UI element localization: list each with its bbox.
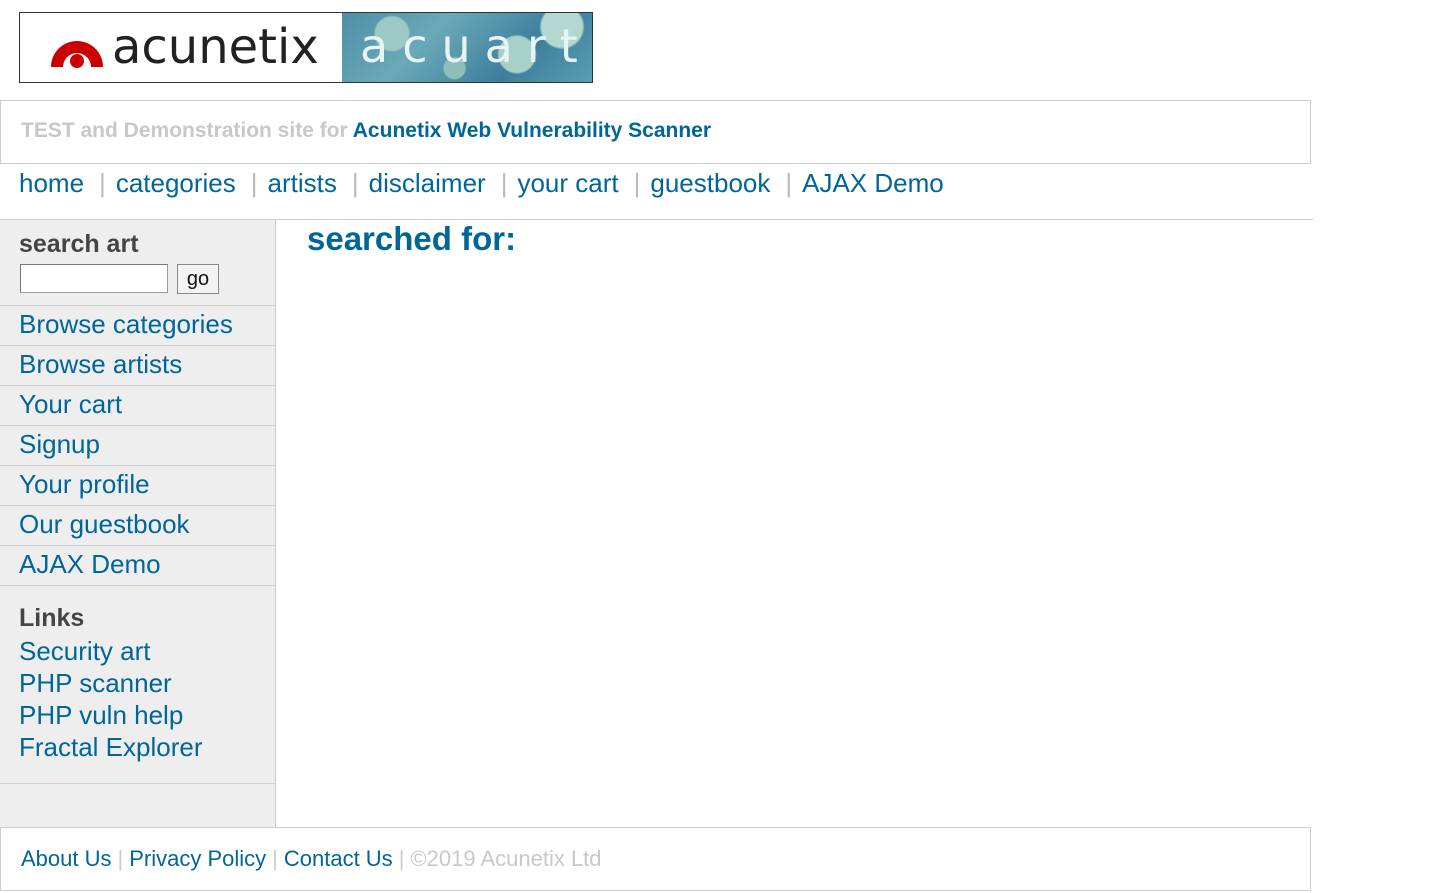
nav-home[interactable]: home [19, 168, 84, 204]
acunetix-logo: acunetix [20, 13, 342, 82]
page-title: searched for: [307, 220, 517, 257]
search-heading: search art [19, 230, 139, 258]
tagline-prefix: TEST and Demonstration site for [21, 119, 348, 142]
nav-artists[interactable]: artists [268, 168, 337, 204]
top-navigation: home | categories | artists | disclaimer… [19, 168, 944, 204]
acuart-banner: acuart [342, 13, 592, 82]
nav-separator: | [633, 168, 641, 198]
sidebar-item-our-guestbook[interactable]: Our guestbook [0, 505, 275, 545]
footer-about-link[interactable]: About Us [21, 846, 112, 871]
sidebar-divider [0, 783, 275, 784]
footer-copyright: ©2019 Acunetix Ltd [410, 846, 602, 871]
nav-ajax-demo[interactable]: AJAX Demo [802, 168, 944, 204]
sidebar-menu: Browse categories Browse artists Your ca… [0, 305, 275, 586]
nav-disclaimer[interactable]: disclaimer [369, 168, 486, 204]
footer-separator: | [398, 846, 405, 871]
sidebar-item-your-profile[interactable]: Your profile [0, 465, 275, 505]
acunetix-mark-icon [51, 41, 103, 68]
sidebar: search art go Browse categories Browse a… [0, 220, 276, 827]
nav-your-cart[interactable]: your cart [517, 168, 618, 204]
sidebar-item-signup[interactable]: Signup [0, 425, 275, 465]
nav-guestbook[interactable]: guestbook [650, 168, 770, 204]
footer: About Us | Privacy Policy | Contact Us | ©2019… [0, 827, 1311, 891]
links-section: Links Security art PHP scanner PHP vuln … [19, 604, 203, 763]
nav-separator: | [785, 168, 793, 198]
links-heading: Links [19, 604, 85, 632]
site-tagline: TEST and Demonstration site for Acunetix… [0, 100, 1311, 164]
sidebar-item-browse-artists[interactable]: Browse artists [0, 345, 275, 385]
footer-separator: | [117, 846, 124, 871]
sidebar-item-browse-categories[interactable]: Browse categories [0, 305, 275, 345]
site-logo[interactable]: acunetix acuart [19, 12, 593, 83]
footer-contact-link[interactable]: Contact Us [284, 846, 393, 871]
sidebar-item-ajax-demo[interactable]: AJAX Demo [0, 545, 275, 586]
go-button[interactable]: go [177, 264, 219, 294]
nav-categories[interactable]: categories [116, 168, 236, 204]
acuart-logo-text: acuart [360, 19, 592, 73]
nav-separator: | [500, 168, 508, 198]
nav-separator: | [99, 168, 106, 198]
footer-separator: | [272, 846, 278, 871]
footer-privacy-link[interactable]: Privacy Policy [129, 846, 266, 871]
link-php-vuln-help[interactable]: PHP vuln help [19, 699, 203, 731]
sidebar-item-your-cart[interactable]: Your cart [0, 385, 275, 425]
nav-separator: | [351, 168, 359, 198]
search-input[interactable] [20, 264, 168, 293]
link-fractal-explorer[interactable]: Fractal Explorer [19, 731, 203, 763]
link-php-scanner[interactable]: PHP scanner [19, 667, 203, 699]
tagline-brand-link[interactable]: Acunetix Web Vulnerability Scanner [353, 119, 711, 142]
nav-separator: | [250, 168, 258, 198]
acunetix-logo-text: acunetix [112, 19, 319, 75]
link-security-art[interactable]: Security art [19, 635, 203, 667]
